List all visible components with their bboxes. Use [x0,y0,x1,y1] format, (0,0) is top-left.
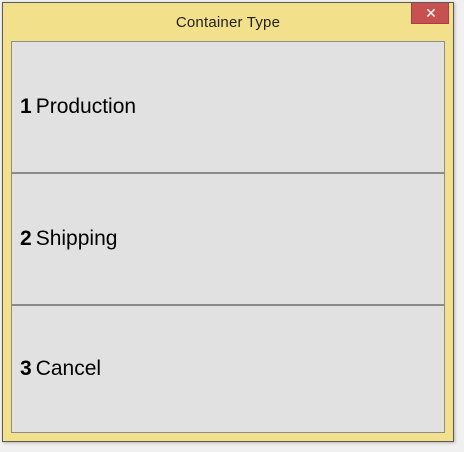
option-text: Cancel [35,357,102,380]
close-button[interactable]: ✕ [411,3,449,24]
window-title: Container Type [175,14,281,31]
title-bar[interactable]: Container Type ✕ [3,3,453,40]
option-production-button[interactable]: 1 Production [12,42,444,174]
option-shipping-button[interactable]: 2 Shipping [12,174,444,306]
option-label: 1 Production [20,42,136,172]
option-label: 2 Shipping [20,174,117,304]
option-text: Production [35,95,137,118]
container-type-dialog: Container Type ✕ 1 Production 2 Shipping… [2,2,454,442]
option-cancel-button[interactable]: 3 Cancel [12,306,444,432]
options-panel: 1 Production 2 Shipping 3 Cancel [11,41,445,433]
close-icon: ✕ [425,5,437,21]
option-label: 3 Cancel [20,306,101,432]
option-key: 3 [20,357,32,380]
option-key: 2 [20,227,32,250]
option-key: 1 [20,95,32,118]
option-text: Shipping [35,227,118,250]
